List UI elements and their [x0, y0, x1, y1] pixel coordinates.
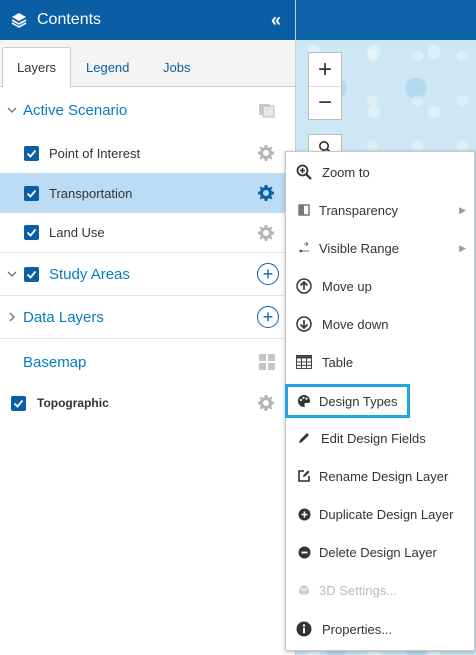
info-icon: [296, 621, 312, 637]
menu-item-label: Edit Design Fields: [321, 430, 426, 446]
palette-icon: [296, 393, 312, 409]
checkbox-point-of-interest[interactable]: [24, 145, 39, 161]
menu-item-visible-range[interactable]: Visible Range ▶: [286, 233, 474, 263]
add-data-layer-button[interactable]: +: [257, 306, 279, 328]
minus-circle-icon: [296, 544, 312, 560]
check-icon: [13, 399, 24, 408]
checkbox-study-areas[interactable]: [24, 266, 39, 282]
data-layers-label: Data Layers: [23, 308, 104, 326]
map-header-bar: [296, 0, 476, 40]
active-scenario-group[interactable]: Active Scenario: [0, 89, 296, 131]
tab-jobs[interactable]: Jobs: [149, 48, 204, 87]
gear-icon[interactable]: [258, 185, 274, 201]
layer-row-transportation[interactable]: Transportation: [0, 173, 296, 213]
gear-icon[interactable]: [258, 395, 274, 411]
check-icon: [26, 228, 37, 237]
menu-item-label: Delete Design Layer: [319, 544, 437, 560]
submenu-arrow-icon: ▶: [459, 242, 466, 253]
menu-item-properties[interactable]: Properties...: [286, 614, 474, 644]
tab-layers[interactable]: Layers: [2, 47, 72, 88]
zoom-out-button[interactable]: −: [309, 86, 341, 119]
layer-context-menu: Zoom to Transparency ▶ Visible Range ▶ M…: [285, 151, 475, 651]
tab-bar: Layers Legend Jobs: [0, 40, 295, 88]
menu-item-move-up[interactable]: Move up: [286, 271, 474, 301]
layer-row-point-of-interest[interactable]: Point of Interest: [0, 133, 296, 173]
pencil-icon: [296, 430, 312, 446]
menu-item-3d-settings: 3D Settings...: [286, 575, 474, 605]
scenario-copy-icon[interactable]: [258, 102, 276, 118]
menu-item-label: Properties...: [322, 621, 393, 637]
zoom-in-icon: [296, 164, 312, 180]
checkbox-topographic[interactable]: [11, 395, 26, 411]
plus-circle-icon: [296, 506, 312, 522]
menu-item-label: Zoom to: [322, 164, 370, 180]
checkbox-land-use[interactable]: [24, 225, 39, 240]
gear-icon[interactable]: [258, 145, 274, 161]
menu-item-move-down[interactable]: Move down: [286, 309, 474, 339]
study-areas-group[interactable]: Study Areas +: [0, 253, 296, 296]
chevron-down-icon[interactable]: [5, 103, 19, 117]
layers-icon: [11, 13, 27, 28]
menu-item-rename-design-layer[interactable]: Rename Design Layer: [286, 461, 474, 491]
menu-item-label: Duplicate Design Layer: [319, 506, 454, 522]
checkbox-transportation[interactable]: [24, 185, 39, 201]
collapse-panel-button[interactable]: «: [271, 10, 281, 31]
table-icon: [296, 354, 312, 370]
contents-panel: Contents « Layers Legend Jobs Active Sce…: [0, 0, 296, 655]
basemap-gallery-icon[interactable]: [259, 354, 275, 370]
layer-label: Transportation: [49, 185, 133, 201]
basemap-group[interactable]: Basemap: [0, 342, 296, 382]
menu-item-transparency[interactable]: Transparency ▶: [286, 195, 474, 225]
menu-item-label: Table: [322, 354, 354, 370]
panel-header: Contents «: [0, 0, 295, 40]
zoom-controls: + −: [308, 52, 342, 120]
arrow-up-circle-icon: [296, 278, 312, 294]
active-scenario-label: Active Scenario: [23, 101, 128, 119]
menu-item-label: Move up: [322, 278, 372, 294]
menu-item-label: Visible Range: [319, 240, 399, 256]
layer-label: Point of Interest: [49, 145, 141, 161]
menu-item-label: Move down: [322, 316, 389, 332]
data-layers-group[interactable]: Data Layers +: [0, 296, 296, 339]
gear-icon[interactable]: [258, 224, 274, 241]
check-icon: [26, 270, 37, 279]
tab-legend[interactable]: Legend: [72, 48, 143, 87]
study-areas-label: Study Areas: [49, 265, 130, 283]
check-icon: [26, 189, 37, 198]
menu-item-edit-design-fields[interactable]: Edit Design Fields: [286, 423, 474, 453]
menu-item-design-types[interactable]: Design Types: [285, 384, 410, 418]
cube-icon: [296, 582, 312, 598]
transparency-icon: [296, 202, 312, 218]
menu-item-delete-design-layer[interactable]: Delete Design Layer: [286, 537, 474, 567]
layer-label: Land Use: [49, 225, 105, 240]
zoom-in-button[interactable]: +: [309, 53, 341, 86]
submenu-arrow-icon: ▶: [459, 204, 466, 215]
panel-title: Contents: [37, 11, 102, 28]
topographic-label: Topographic: [37, 396, 109, 410]
menu-item-label: Transparency: [319, 202, 398, 218]
visible-range-icon: [296, 240, 312, 256]
menu-item-label: 3D Settings...: [319, 582, 398, 598]
menu-item-label: Design Types: [319, 393, 398, 409]
add-study-area-button[interactable]: +: [257, 263, 279, 285]
chevron-down-icon[interactable]: [5, 267, 19, 281]
layer-row-land-use[interactable]: Land Use: [0, 213, 296, 253]
check-icon: [26, 149, 37, 158]
basemap-row-topographic[interactable]: Topographic: [0, 383, 296, 423]
menu-item-zoom-to[interactable]: Zoom to: [286, 157, 474, 187]
arrow-down-circle-icon: [296, 316, 312, 332]
menu-item-duplicate-design-layer[interactable]: Duplicate Design Layer: [286, 499, 474, 529]
menu-item-label: Rename Design Layer: [319, 468, 449, 484]
rename-icon: [296, 468, 312, 484]
basemap-label: Basemap: [23, 353, 87, 371]
menu-item-table[interactable]: Table: [286, 347, 474, 377]
chevron-right-icon[interactable]: [5, 310, 19, 324]
